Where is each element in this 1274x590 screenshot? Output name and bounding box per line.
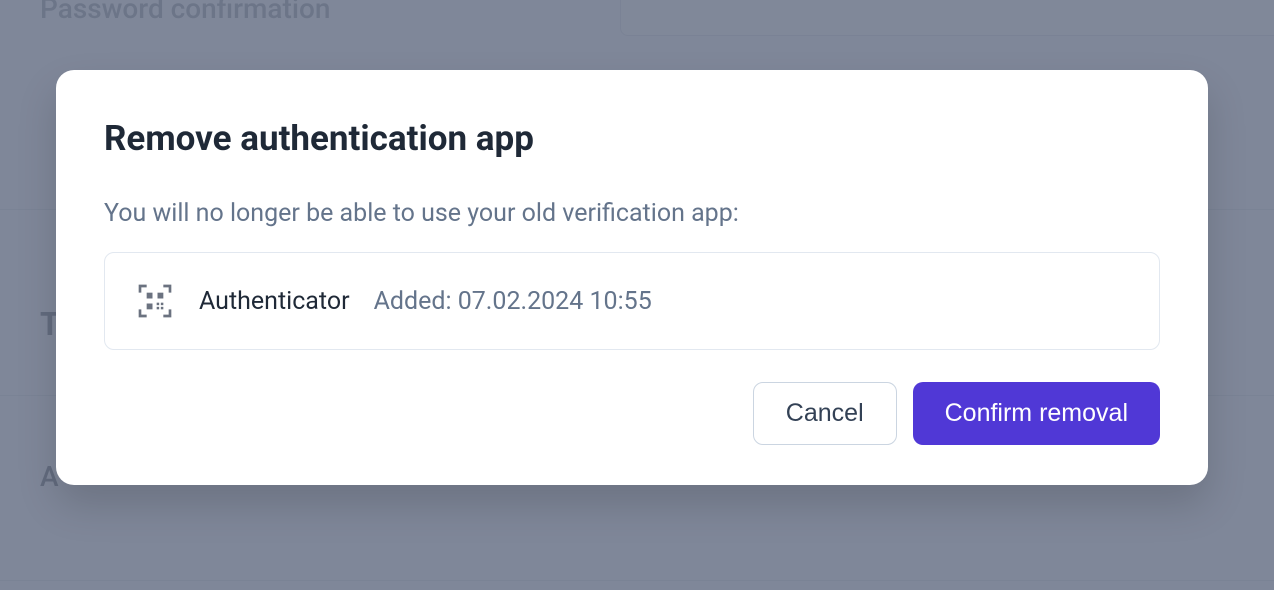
- remove-authenticator-modal: Remove authentication app You will no lo…: [56, 70, 1208, 485]
- authenticator-card: Authenticator Added: 07.02.2024 10:55: [104, 252, 1160, 350]
- confirm-removal-button[interactable]: Confirm removal: [913, 382, 1160, 445]
- modal-subtitle: You will no longer be able to use your o…: [104, 199, 1160, 228]
- authenticator-name: Authenticator: [199, 287, 350, 316]
- qr-code-icon: [135, 281, 175, 321]
- modal-actions: Cancel Confirm removal: [104, 382, 1160, 445]
- authenticator-added-date: Added: 07.02.2024 10:55: [374, 287, 652, 316]
- cancel-button[interactable]: Cancel: [753, 382, 897, 445]
- modal-title: Remove authentication app: [104, 118, 1160, 159]
